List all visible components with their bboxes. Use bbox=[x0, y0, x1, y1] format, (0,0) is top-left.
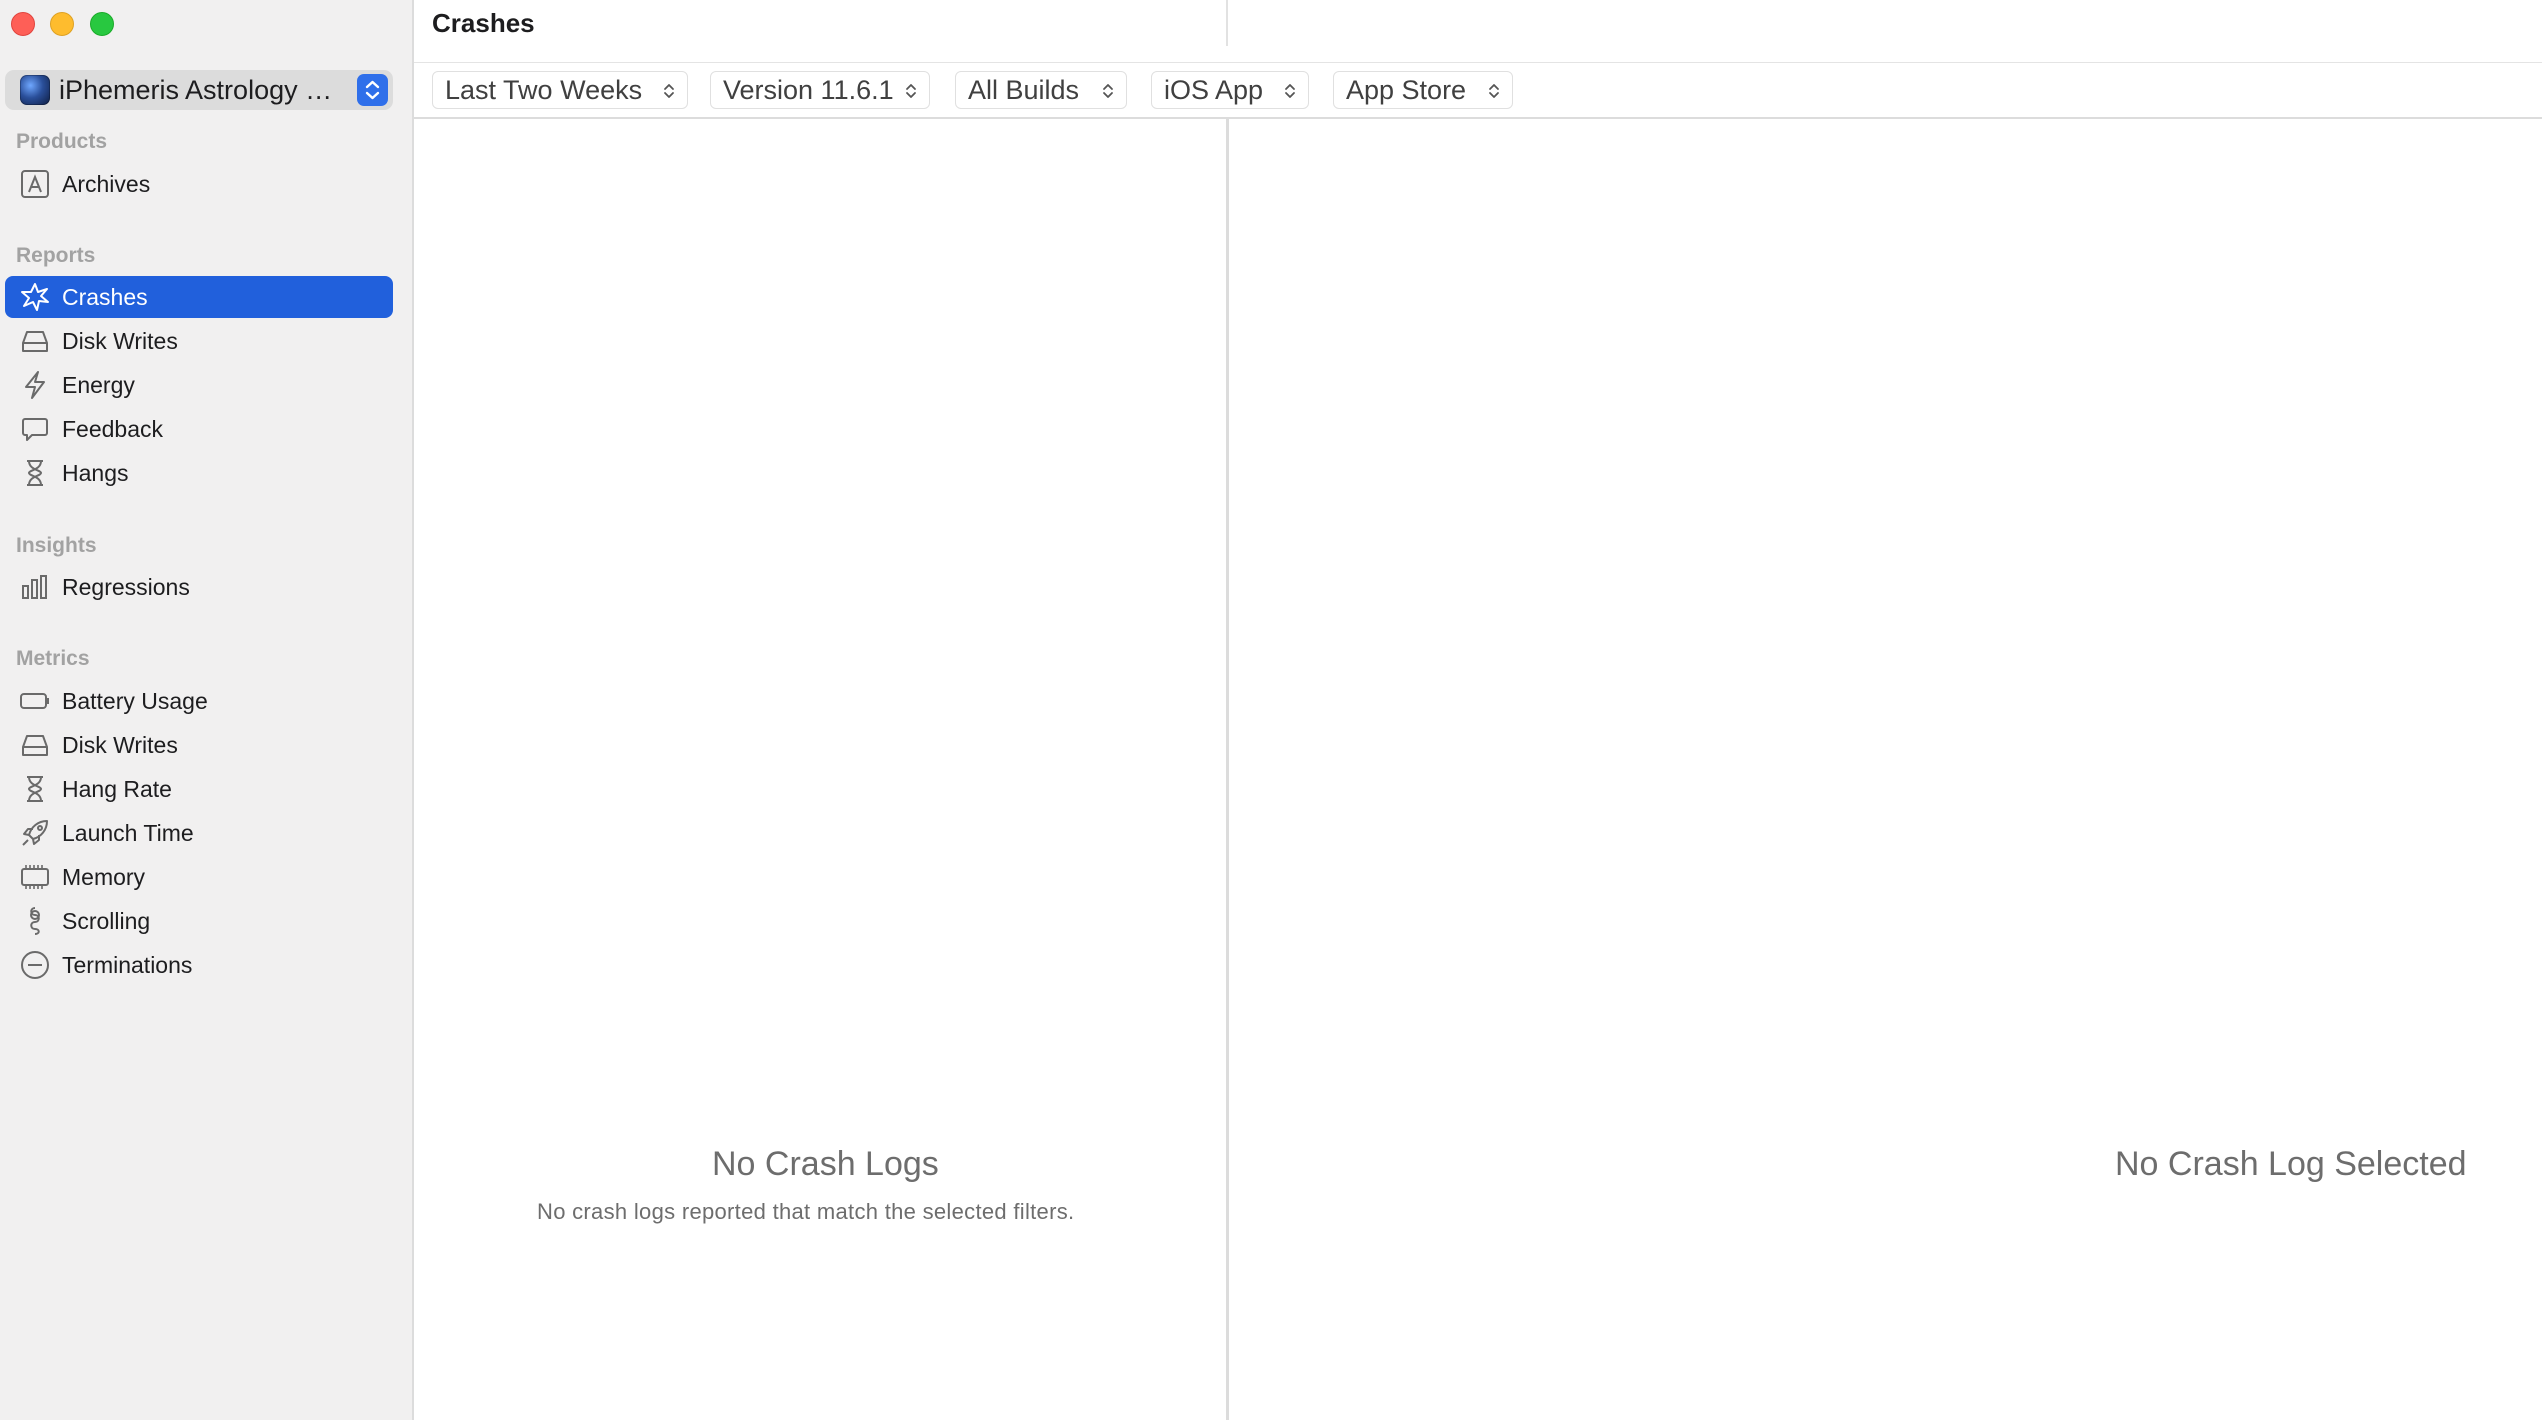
sidebar-item-label: Memory bbox=[62, 863, 146, 890]
app-icon bbox=[20, 75, 50, 105]
chevron-up-down-icon bbox=[365, 80, 380, 100]
version-filter-label: Version 11.6.1 bbox=[723, 74, 894, 105]
sidebar-item-label: Terminations bbox=[62, 951, 193, 978]
sidebar-item-label: Hangs bbox=[62, 459, 129, 486]
list-empty-title: No Crash Logs bbox=[712, 1145, 939, 1183]
sidebar-item-energy[interactable]: Energy bbox=[5, 364, 393, 406]
sidebar-item-label: Regressions bbox=[62, 573, 190, 600]
builds-filter-label: All Builds bbox=[968, 74, 1080, 105]
builds-filter[interactable]: All Builds bbox=[955, 71, 1127, 109]
sidebar-item-metrics-disk-writes[interactable]: Disk Writes bbox=[5, 724, 393, 766]
rocket-icon bbox=[19, 817, 51, 849]
toolbar-divider bbox=[414, 117, 2542, 119]
main-content: Crashes Last Two Weeks Version 11.6.1 Al… bbox=[414, 0, 2542, 1420]
speech-bubble-icon bbox=[19, 413, 51, 445]
chevron-up-down-icon bbox=[1103, 84, 1113, 98]
window-zoom-button[interactable] bbox=[90, 12, 114, 36]
scroll-icon bbox=[19, 905, 51, 937]
app-picker-stepper[interactable] bbox=[357, 74, 388, 106]
chevron-up-down-icon bbox=[664, 84, 674, 98]
sidebar-item-label: Disk Writes bbox=[62, 731, 178, 758]
hourglass-icon bbox=[19, 773, 51, 805]
sidebar-item-disk-writes[interactable]: Disk Writes bbox=[5, 320, 393, 362]
section-metrics: Metrics bbox=[16, 647, 90, 670]
period-filter-label: Last Two Weeks bbox=[445, 74, 643, 105]
sidebar-item-hang-rate[interactable]: Hang Rate bbox=[5, 768, 393, 810]
battery-icon bbox=[19, 685, 51, 717]
disk-drive-icon bbox=[19, 729, 51, 761]
section-products: Products bbox=[16, 130, 108, 153]
sidebar-item-label: Scrolling bbox=[62, 907, 151, 934]
sidebar-item-launch-time[interactable]: Launch Time bbox=[5, 812, 393, 854]
sidebar-item-crashes[interactable]: Crashes bbox=[5, 276, 393, 318]
app-picker[interactable]: iPhemeris Astrology C... bbox=[5, 70, 393, 110]
bolt-icon bbox=[19, 369, 51, 401]
platform-filter-label: iOS App bbox=[1164, 74, 1264, 105]
chevron-up-down-icon bbox=[906, 84, 916, 98]
sidebar-item-label: Battery Usage bbox=[62, 687, 208, 714]
chevron-up-down-icon bbox=[1285, 84, 1295, 98]
memory-chip-icon bbox=[19, 861, 51, 893]
hourglass-icon bbox=[19, 457, 51, 489]
platform-filter[interactable]: iOS App bbox=[1151, 71, 1309, 109]
sidebar-item-label: Launch Time bbox=[62, 819, 194, 846]
section-insights: Insights bbox=[16, 534, 97, 557]
version-filter[interactable]: Version 11.6.1 bbox=[710, 71, 930, 109]
sidebar-item-label: Energy bbox=[62, 371, 135, 398]
page-title: Crashes bbox=[432, 8, 535, 38]
sidebar-item-hangs[interactable]: Hangs bbox=[5, 452, 393, 494]
chevron-up-down-icon bbox=[1489, 84, 1499, 98]
sidebar-item-archives[interactable]: Archives bbox=[5, 163, 393, 205]
sidebar-item-label: Hang Rate bbox=[62, 775, 172, 802]
section-reports: Reports bbox=[16, 244, 96, 267]
list-empty-subtitle: No crash logs reported that match the se… bbox=[537, 1199, 1075, 1224]
sidebar-item-memory[interactable]: Memory bbox=[5, 856, 393, 898]
minus-circle-icon bbox=[19, 949, 51, 981]
sidebar-item-label: Disk Writes bbox=[62, 327, 178, 354]
window-close-button[interactable] bbox=[11, 12, 35, 36]
sidebar-item-label: Feedback bbox=[62, 415, 164, 442]
header-divider bbox=[414, 62, 2542, 63]
distribution-filter[interactable]: App Store bbox=[1333, 71, 1513, 109]
disk-drive-icon bbox=[19, 325, 51, 357]
sidebar-item-scrolling[interactable]: Scrolling bbox=[5, 900, 393, 942]
sidebar-item-terminations[interactable]: Terminations bbox=[5, 944, 393, 986]
pane-divider[interactable] bbox=[1226, 119, 1229, 1420]
detail-empty-title: No Crash Log Selected bbox=[2115, 1145, 2467, 1183]
title-divider bbox=[1226, 0, 1228, 46]
sidebar-item-label: Archives bbox=[62, 170, 151, 197]
sidebar-item-label: Crashes bbox=[62, 283, 148, 310]
period-filter[interactable]: Last Two Weeks bbox=[432, 71, 688, 109]
sidebar: iPhemeris Astrology C... Products Archiv… bbox=[0, 0, 414, 1420]
archive-icon bbox=[19, 168, 51, 200]
bar-chart-icon bbox=[19, 571, 51, 603]
app-name: iPhemeris Astrology C... bbox=[59, 74, 339, 105]
distribution-filter-label: App Store bbox=[1346, 74, 1467, 105]
sidebar-item-feedback[interactable]: Feedback bbox=[5, 408, 393, 450]
crash-burst-icon bbox=[19, 281, 51, 313]
window-minimize-button[interactable] bbox=[50, 12, 74, 36]
sidebar-item-battery-usage[interactable]: Battery Usage bbox=[5, 680, 393, 722]
sidebar-item-regressions[interactable]: Regressions bbox=[5, 566, 393, 608]
